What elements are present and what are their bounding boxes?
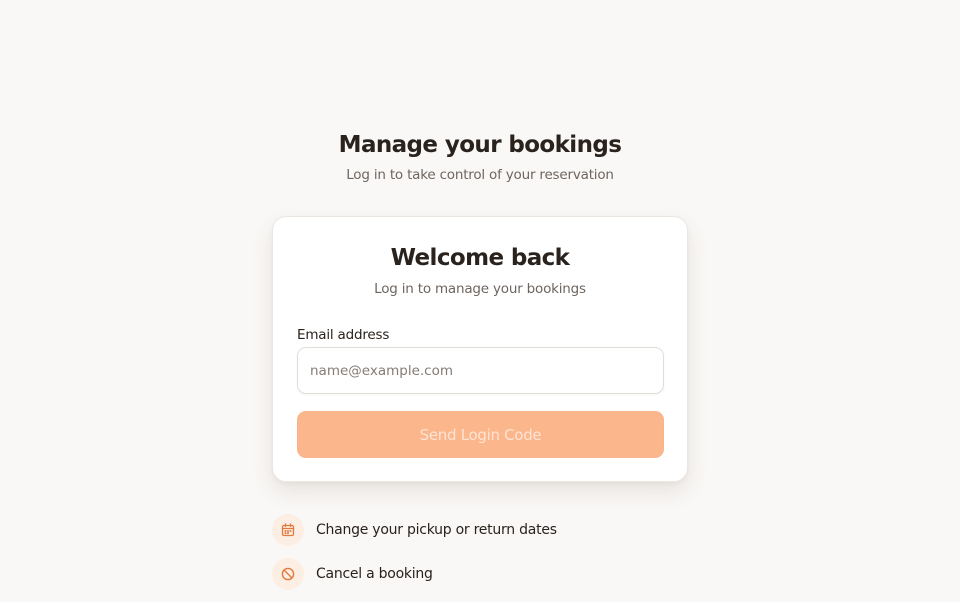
calendar-icon xyxy=(272,514,304,546)
page-title: Manage your bookings xyxy=(338,132,622,158)
feature-list: Change your pickup or return dates Cance… xyxy=(272,514,692,602)
login-card: Welcome back Log in to manage your booki… xyxy=(272,216,688,482)
feature-text: Cancel a booking xyxy=(316,566,433,582)
page-subtitle: Log in to take control of your reservati… xyxy=(346,167,614,183)
page-header: Manage your bookings Log in to take cont… xyxy=(0,130,960,184)
email-input[interactable] xyxy=(297,347,664,394)
feature-text: Change your pickup or return dates xyxy=(316,522,557,538)
card-subtitle: Log in to manage your bookings xyxy=(374,281,586,297)
card-title: Welcome back xyxy=(390,245,570,271)
send-login-code-button[interactable]: Send Login Code xyxy=(297,411,664,458)
feature-item-cancel-booking: Cancel a booking xyxy=(272,558,692,590)
feature-item-change-dates: Change your pickup or return dates xyxy=(272,514,692,546)
cancel-icon xyxy=(272,558,304,590)
email-label: Email address xyxy=(297,327,390,343)
